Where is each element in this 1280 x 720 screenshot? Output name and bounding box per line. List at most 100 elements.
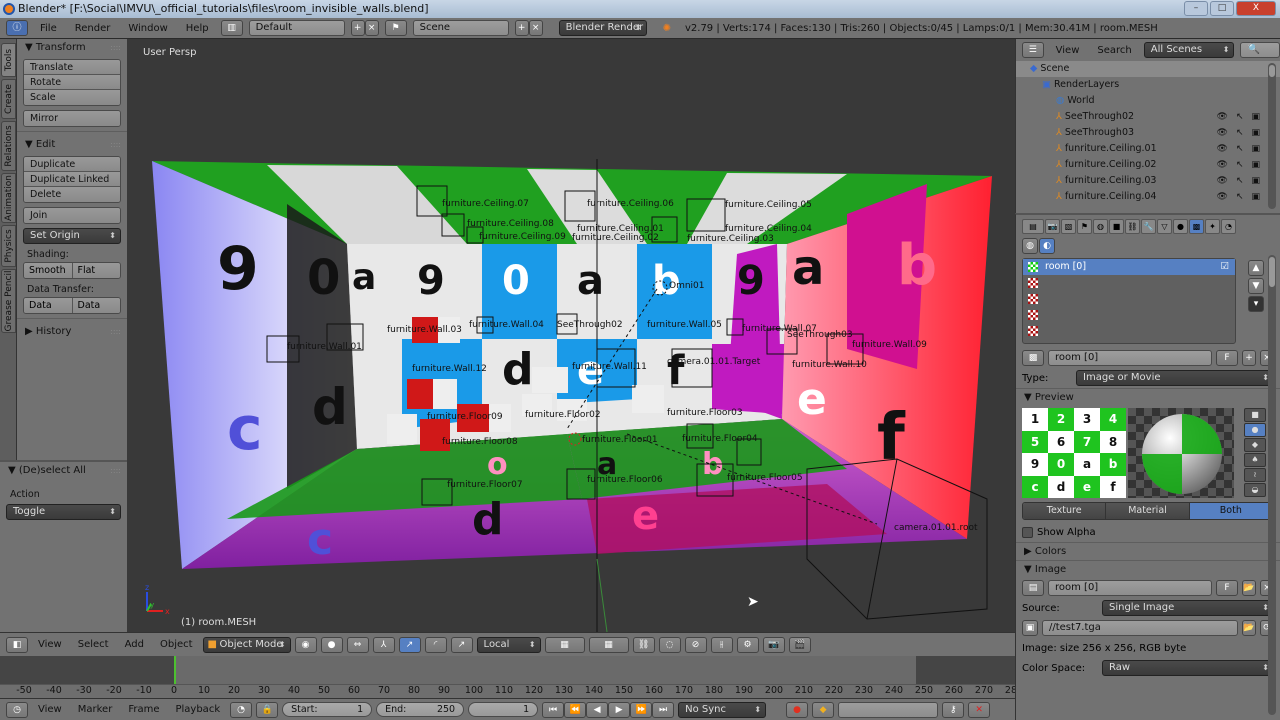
preview-mode-both[interactable]: Both bbox=[1189, 503, 1273, 519]
record-icon[interactable]: ● bbox=[786, 701, 809, 718]
image-filepath-field[interactable]: //test7.tga bbox=[1042, 620, 1238, 636]
menu-frame[interactable]: Frame bbox=[122, 704, 165, 715]
browse-file-icon[interactable]: 📂 bbox=[1242, 620, 1256, 636]
renderable-camera-icon[interactable]: ▣ bbox=[1251, 189, 1260, 205]
outliner-filter-select[interactable]: All Scenes bbox=[1143, 42, 1235, 58]
preview-panel-header[interactable]: ▼ Preview bbox=[1016, 388, 1280, 406]
timeline[interactable]: -50 -40 -30 -20 -10 0 10 20 30 40 50 60 70 80 90 100 110… bbox=[0, 656, 1023, 698]
move-slot-down-button[interactable]: ▼ bbox=[1248, 278, 1264, 294]
editor-type-3d-icon[interactable]: ◧ bbox=[6, 636, 28, 653]
keying-set-field[interactable] bbox=[838, 701, 939, 718]
snap-icon[interactable]: ⊘ bbox=[684, 636, 707, 653]
play-icon[interactable]: ▶ bbox=[608, 701, 631, 718]
object-tab-icon[interactable]: ■ bbox=[1109, 219, 1124, 234]
menu-view[interactable]: View bbox=[32, 704, 68, 715]
data-transfer-button[interactable]: Data bbox=[24, 298, 73, 313]
translate-button[interactable]: Translate bbox=[24, 60, 120, 75]
outliner-item[interactable]: ▣ RenderLayers bbox=[1016, 77, 1280, 93]
tab-tools[interactable]: Tools bbox=[1, 43, 16, 77]
remove-layout-button[interactable]: × bbox=[364, 20, 379, 36]
scene-icon[interactable]: ⚑ bbox=[384, 20, 407, 36]
visibility-eye-icon[interactable]: 👁 bbox=[1217, 173, 1228, 189]
visibility-eye-icon[interactable]: 👁 bbox=[1217, 189, 1228, 205]
image-browse-icon[interactable]: ▤ bbox=[1022, 580, 1044, 596]
proportional-edit-icon[interactable]: ◌ bbox=[658, 636, 681, 653]
preview-mode-texture[interactable]: Texture bbox=[1023, 503, 1107, 519]
timeline-ruler[interactable]: -50 -40 -30 -20 -10 0 10 20 30 40 50 60 70 80 90 100 110… bbox=[0, 684, 1023, 698]
texture-slot[interactable] bbox=[1023, 323, 1235, 339]
visibility-eye-icon[interactable]: 👁 bbox=[1217, 157, 1228, 173]
texture-slot[interactable] bbox=[1023, 291, 1235, 307]
new-texture-button[interactable]: + bbox=[1242, 350, 1256, 366]
transform-panel-header[interactable]: ▼ Transform:::: bbox=[17, 39, 127, 57]
preview-flat-icon[interactable]: ■ bbox=[1244, 408, 1266, 422]
slot-enabled-checkbox[interactable]: ☑ bbox=[1220, 259, 1229, 275]
tab-animation[interactable]: Animation bbox=[1, 173, 16, 223]
preview-sphere-icon[interactable]: ● bbox=[1244, 423, 1266, 437]
pivot-point-icon[interactable]: ● bbox=[320, 636, 343, 653]
play-reverse-icon[interactable]: ◀ bbox=[586, 701, 609, 718]
data-layout-button[interactable]: Data Layo bbox=[72, 298, 120, 313]
scene-tab-icon[interactable]: ⚑ bbox=[1077, 219, 1092, 234]
operator-panel-header[interactable]: ▼ (De)select All:::: bbox=[0, 462, 127, 480]
image-fake-user-button[interactable]: F bbox=[1216, 580, 1238, 596]
menu-view[interactable]: View bbox=[1050, 45, 1086, 56]
outliner-scrollbar[interactable] bbox=[1268, 63, 1276, 209]
menu-add[interactable]: Add bbox=[119, 639, 150, 650]
preview-hair-icon[interactable]: ≀ bbox=[1244, 468, 1266, 482]
delete-keyframe-icon[interactable]: ✕ bbox=[968, 701, 991, 718]
menu-window[interactable]: Window bbox=[122, 23, 173, 34]
renderable-camera-icon[interactable]: ▣ bbox=[1251, 109, 1260, 125]
preview-cube-icon[interactable]: ◆ bbox=[1244, 438, 1266, 452]
image-source-select[interactable]: Single Image bbox=[1102, 600, 1274, 616]
set-origin-select[interactable]: Set Origin bbox=[23, 228, 121, 244]
info-editor-type-icon[interactable]: ⓘ bbox=[6, 20, 28, 36]
data-tab-icon[interactable]: ▽ bbox=[1157, 219, 1172, 234]
material-tab-icon[interactable]: ● bbox=[1173, 219, 1188, 234]
manipulator-scale-icon[interactable]: ↗ bbox=[450, 636, 473, 653]
current-frame-field[interactable]: 1 bbox=[468, 702, 539, 717]
image-panel-header[interactable]: ▼ Image bbox=[1016, 560, 1280, 578]
outliner-item[interactable]: ⅄ furniture.Ceiling.04 👁 ↖ ▣ bbox=[1016, 189, 1280, 205]
colors-panel-header[interactable]: ▶ Colors bbox=[1016, 542, 1280, 560]
texture-slot[interactable] bbox=[1023, 275, 1235, 291]
delete-button[interactable]: Delete bbox=[24, 187, 120, 202]
smooth-button[interactable]: Smooth bbox=[24, 263, 73, 278]
texture-type-select[interactable]: Image or Movie bbox=[1076, 370, 1274, 386]
visibility-eye-icon[interactable]: 👁 bbox=[1217, 125, 1228, 141]
layers-grid-2[interactable]: ▦ bbox=[588, 636, 629, 653]
jump-keyframe-forward-icon[interactable]: ⏩ bbox=[630, 701, 653, 718]
render-image-icon[interactable]: 📷 bbox=[762, 636, 785, 653]
manipulator-move-icon[interactable]: ↗ bbox=[398, 636, 421, 653]
open-image-icon[interactable]: 📂 bbox=[1242, 580, 1256, 596]
menu-object[interactable]: Object bbox=[154, 639, 199, 650]
remove-scene-button[interactable]: × bbox=[528, 20, 543, 36]
texture-browse-icon[interactable]: ▩ bbox=[1022, 350, 1044, 366]
menu-marker[interactable]: Marker bbox=[72, 704, 119, 715]
world-tab-icon[interactable]: ◍ bbox=[1093, 219, 1108, 234]
outliner-item[interactable]: ⅄ SeeThrough02 👁 ↖ ▣ bbox=[1016, 109, 1280, 125]
material-texture-icon[interactable]: ◐ bbox=[1039, 238, 1055, 254]
menu-search[interactable]: Search bbox=[1091, 45, 1137, 56]
world-texture-icon[interactable]: ◍ bbox=[1022, 238, 1038, 254]
snap-element-icon[interactable]: ⫲ bbox=[710, 636, 733, 653]
add-scene-button[interactable]: + bbox=[514, 20, 529, 36]
selectable-cursor-icon[interactable]: ↖ bbox=[1236, 189, 1244, 205]
scene-field[interactable]: Scene bbox=[412, 20, 509, 36]
flat-button[interactable]: Flat bbox=[72, 263, 120, 278]
texture-slot[interactable]: room [0] ☑ bbox=[1023, 259, 1235, 275]
physics-tab-icon[interactable]: ◔ bbox=[1221, 219, 1236, 234]
tab-grease-pencil[interactable]: Grease Pencil bbox=[1, 269, 16, 333]
duplicate-button[interactable]: Duplicate bbox=[24, 157, 120, 172]
render-layers-tab-icon[interactable]: ▧ bbox=[1061, 219, 1076, 234]
outliner-item[interactable]: ⅄ funriture.Ceiling.01 👁 ↖ ▣ bbox=[1016, 141, 1280, 157]
insert-keyframe-icon[interactable]: ⚷ bbox=[942, 701, 965, 718]
menu-render[interactable]: Render bbox=[69, 23, 117, 34]
3d-viewport[interactable]: 9 0 a 9 0 a b 9 a b c d d e f f e c d e … bbox=[127, 39, 1015, 632]
fake-user-button[interactable]: F bbox=[1216, 350, 1238, 366]
edit-panel-header[interactable]: ▼ Edit:::: bbox=[17, 136, 127, 154]
color-space-select[interactable]: Raw bbox=[1102, 660, 1274, 676]
sync-mode-select[interactable]: No Sync bbox=[678, 701, 767, 718]
history-panel-header[interactable]: ▶ History:::: bbox=[17, 323, 127, 341]
slot-specials-button[interactable]: ▾ bbox=[1248, 296, 1264, 312]
